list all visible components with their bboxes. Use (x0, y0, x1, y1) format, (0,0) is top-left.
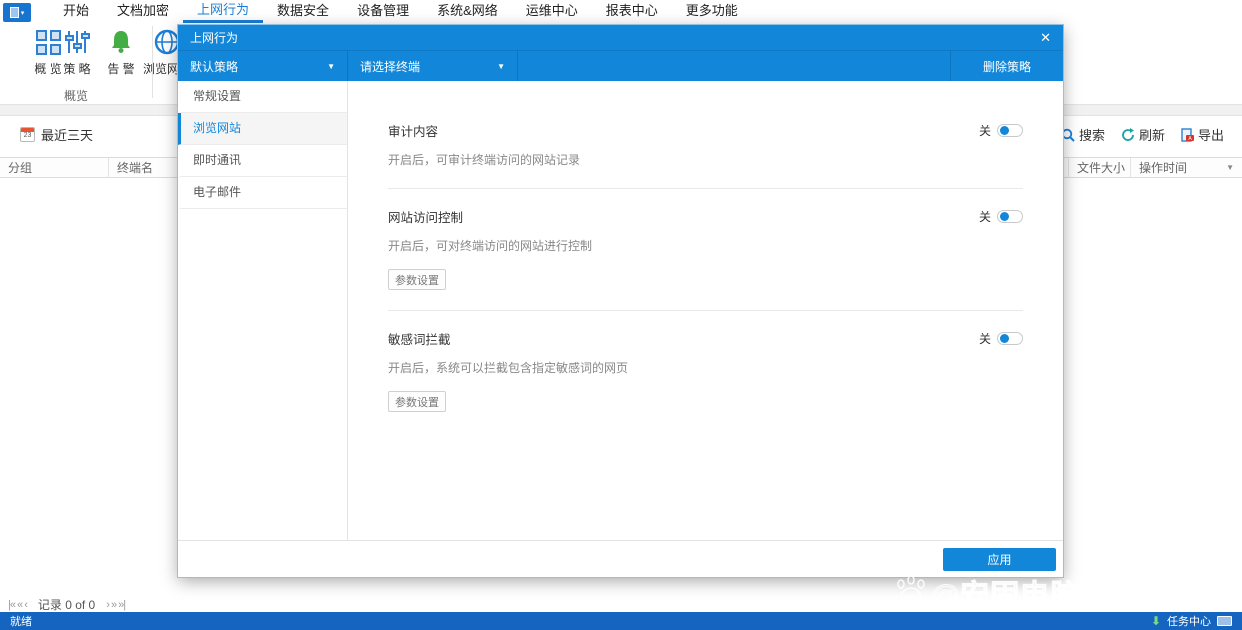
pager-back-buttons: |« « ‹ (8, 598, 28, 611)
dialog-footer: 应用 (178, 540, 1063, 577)
setting-section: 审计内容 关 开启后，可审计终端访问的网站记录 (388, 81, 1023, 189)
monitor-icon[interactable] (1217, 616, 1232, 626)
toggle-switch[interactable] (997, 124, 1023, 137)
setting-description: 开启后，系统可以拦截包含指定敏感词的网页 (388, 361, 629, 375)
date-range-label: 最近三天 (41, 128, 94, 143)
toggle-state-label: 关 (978, 210, 991, 224)
setting-title: 审计内容 (388, 125, 439, 139)
setting-section: 敏感词拦截 关 开启后，系统可以拦截包含指定敏感词的网页 参数设置 (388, 311, 1023, 432)
status-ready-label: 就绪 (10, 616, 32, 628)
setting-description: 开启后，可审计终端访问的网站记录 (388, 153, 581, 167)
terminal-dropdown[interactable]: 请选择终端 ▼ (348, 51, 518, 81)
column-filter-caret-icon[interactable]: ▼ (1226, 158, 1234, 178)
record-count-label: 记录 0 of 0 (37, 598, 96, 612)
toggle-knob (1000, 126, 1009, 135)
window-icon (9, 7, 19, 18)
chevron-down-icon: ▼ (327, 61, 335, 71)
delete-policy-button[interactable]: 删除策略 (950, 51, 1063, 81)
dialog-sidebar: 常规设置 浏览网站 即时通讯 电子邮件 (178, 81, 348, 540)
pager-forward-buttons: › » »| (106, 598, 126, 611)
toggle-knob (1000, 212, 1009, 221)
download-icon: ⬇ (1150, 614, 1161, 628)
date-range-filter[interactable]: 最近三天 (20, 125, 93, 144)
export-icon: A (1181, 127, 1194, 142)
ribbon-group-label: 概览 (63, 89, 88, 103)
dialog-sidebar-item-常规设置[interactable]: 常规设置 (178, 81, 347, 113)
dialog-sidebar-item-即时通讯[interactable]: 即时通讯 (178, 145, 347, 177)
menu-tab-上网行为[interactable]: 上网行为 (183, 0, 264, 23)
setting-section: 网站访问控制 关 开启后，可对终端访问的网站进行控制 参数设置 (388, 189, 1023, 311)
toggle-switch[interactable] (997, 210, 1023, 223)
table-column-header[interactable]: 分组 (0, 158, 108, 178)
menu-tab-系统&网络[interactable]: 系统&网络 (423, 0, 512, 23)
policy-sliders-icon (65, 31, 90, 53)
menu-tab-更多功能[interactable]: 更多功能 (672, 0, 752, 23)
search-icon (1061, 128, 1075, 142)
apply-button[interactable]: 应用 (943, 548, 1056, 571)
refresh-icon (1122, 127, 1134, 141)
menu-tab-设备管理[interactable]: 设备管理 (343, 0, 423, 23)
chevron-down-icon: ▼ (497, 61, 505, 71)
status-bar: 就绪 ⬇ 任务中心 (0, 612, 1242, 630)
pagination-bar: |« « ‹ 记录 0 of 0 › » »| (0, 597, 1242, 612)
parameter-settings-button[interactable]: 参数设置 (388, 269, 446, 290)
application-window: ▾ 开始 文档加密 上网行为 数据安全 设备管理 系统&网络 运维中心 报表中心 更多功能 概 … (0, 0, 1242, 630)
dialog-sidebar-item-浏览网站[interactable]: 浏览网站 (178, 113, 347, 145)
dialog-body: 常规设置 浏览网站 即时通讯 电子邮件 审计内容 关 开启后，可审计终端访问的网站记录… (178, 81, 1063, 540)
alert-bell-icon (112, 31, 130, 53)
setting-title: 敏感词拦截 (388, 333, 451, 347)
搜索-button[interactable]: 搜索 (1061, 125, 1105, 144)
ribbon-item[interactable]: 策 略 (52, 28, 102, 77)
policy-dropdown-value: 默认策略 (190, 59, 239, 74)
dialog-title: 上网行为 (190, 31, 239, 45)
menu-tab-文档加密[interactable]: 文档加密 (103, 0, 183, 23)
calendar-icon (20, 127, 35, 142)
task-center-button[interactable]: 任务中心 (1167, 613, 1211, 629)
terminal-dropdown-value: 请选择终端 (360, 59, 421, 74)
ribbon-item-label: 策 略 (63, 62, 91, 76)
action-label: 导出 (1197, 128, 1224, 143)
dialog-content: 审计内容 关 开启后，可审计终端访问的网站记录 网站访问控制 关 开启后，可对终… (348, 81, 1063, 540)
刷新-button[interactable]: 刷新 (1121, 125, 1165, 144)
action-label: 刷新 (1138, 128, 1165, 143)
toggle-state-label: 关 (978, 124, 991, 138)
close-icon[interactable]: ✕ (1040, 30, 1051, 46)
menu-tab-报表中心[interactable]: 报表中心 (592, 0, 672, 23)
toggle-knob (1000, 334, 1009, 343)
ribbon-item[interactable]: 告 警 (96, 28, 146, 77)
dialog-policy-header: 默认策略 ▼ 请选择终端 ▼ 删除策略 (178, 50, 1063, 81)
menu-tab-运维中心[interactable]: 运维中心 (512, 0, 592, 23)
table-column-header[interactable]: 文件大小 (1068, 158, 1130, 178)
internet-behavior-dialog: 上网行为 ✕ 默认策略 ▼ 请选择终端 ▼ 删除策略 常规设置 浏览网站 即时通讯电… (178, 25, 1063, 577)
dialog-title-bar: 上网行为 ✕ (178, 25, 1063, 50)
toggle-state-label: 关 (978, 332, 991, 346)
setting-title: 网站访问控制 (388, 211, 464, 225)
policy-dropdown[interactable]: 默认策略 ▼ (178, 51, 348, 81)
ribbon-group-divider (152, 26, 153, 98)
setting-description: 开启后，可对终端访问的网站进行控制 (388, 239, 593, 253)
dialog-sidebar-item-电子邮件[interactable]: 电子邮件 (178, 177, 347, 209)
chevron-down-icon: ▾ (20, 9, 25, 17)
toggle-switch[interactable] (997, 332, 1023, 345)
parameter-settings-button[interactable]: 参数设置 (388, 391, 446, 412)
menu-tab-开始[interactable]: 开始 (49, 0, 103, 23)
导出-button[interactable]: A 导出 (1181, 125, 1224, 144)
menu-tab-数据安全[interactable]: 数据安全 (263, 0, 343, 23)
action-label: 搜索 (1078, 128, 1105, 143)
browse-globe-icon (154, 29, 180, 55)
app-menu-button[interactable]: ▾ (3, 3, 31, 22)
menu-tabs: 开始 文档加密 上网行为 数据安全 设备管理 系统&网络 运维中心 报表中心 更多功能 (49, 0, 752, 23)
menu-bar: ▾ 开始 文档加密 上网行为 数据安全 设备管理 系统&网络 运维中心 报表中心 更多功能 (0, 0, 1242, 23)
header-spacer (518, 51, 950, 81)
ribbon-item-label: 告 警 (107, 62, 135, 76)
